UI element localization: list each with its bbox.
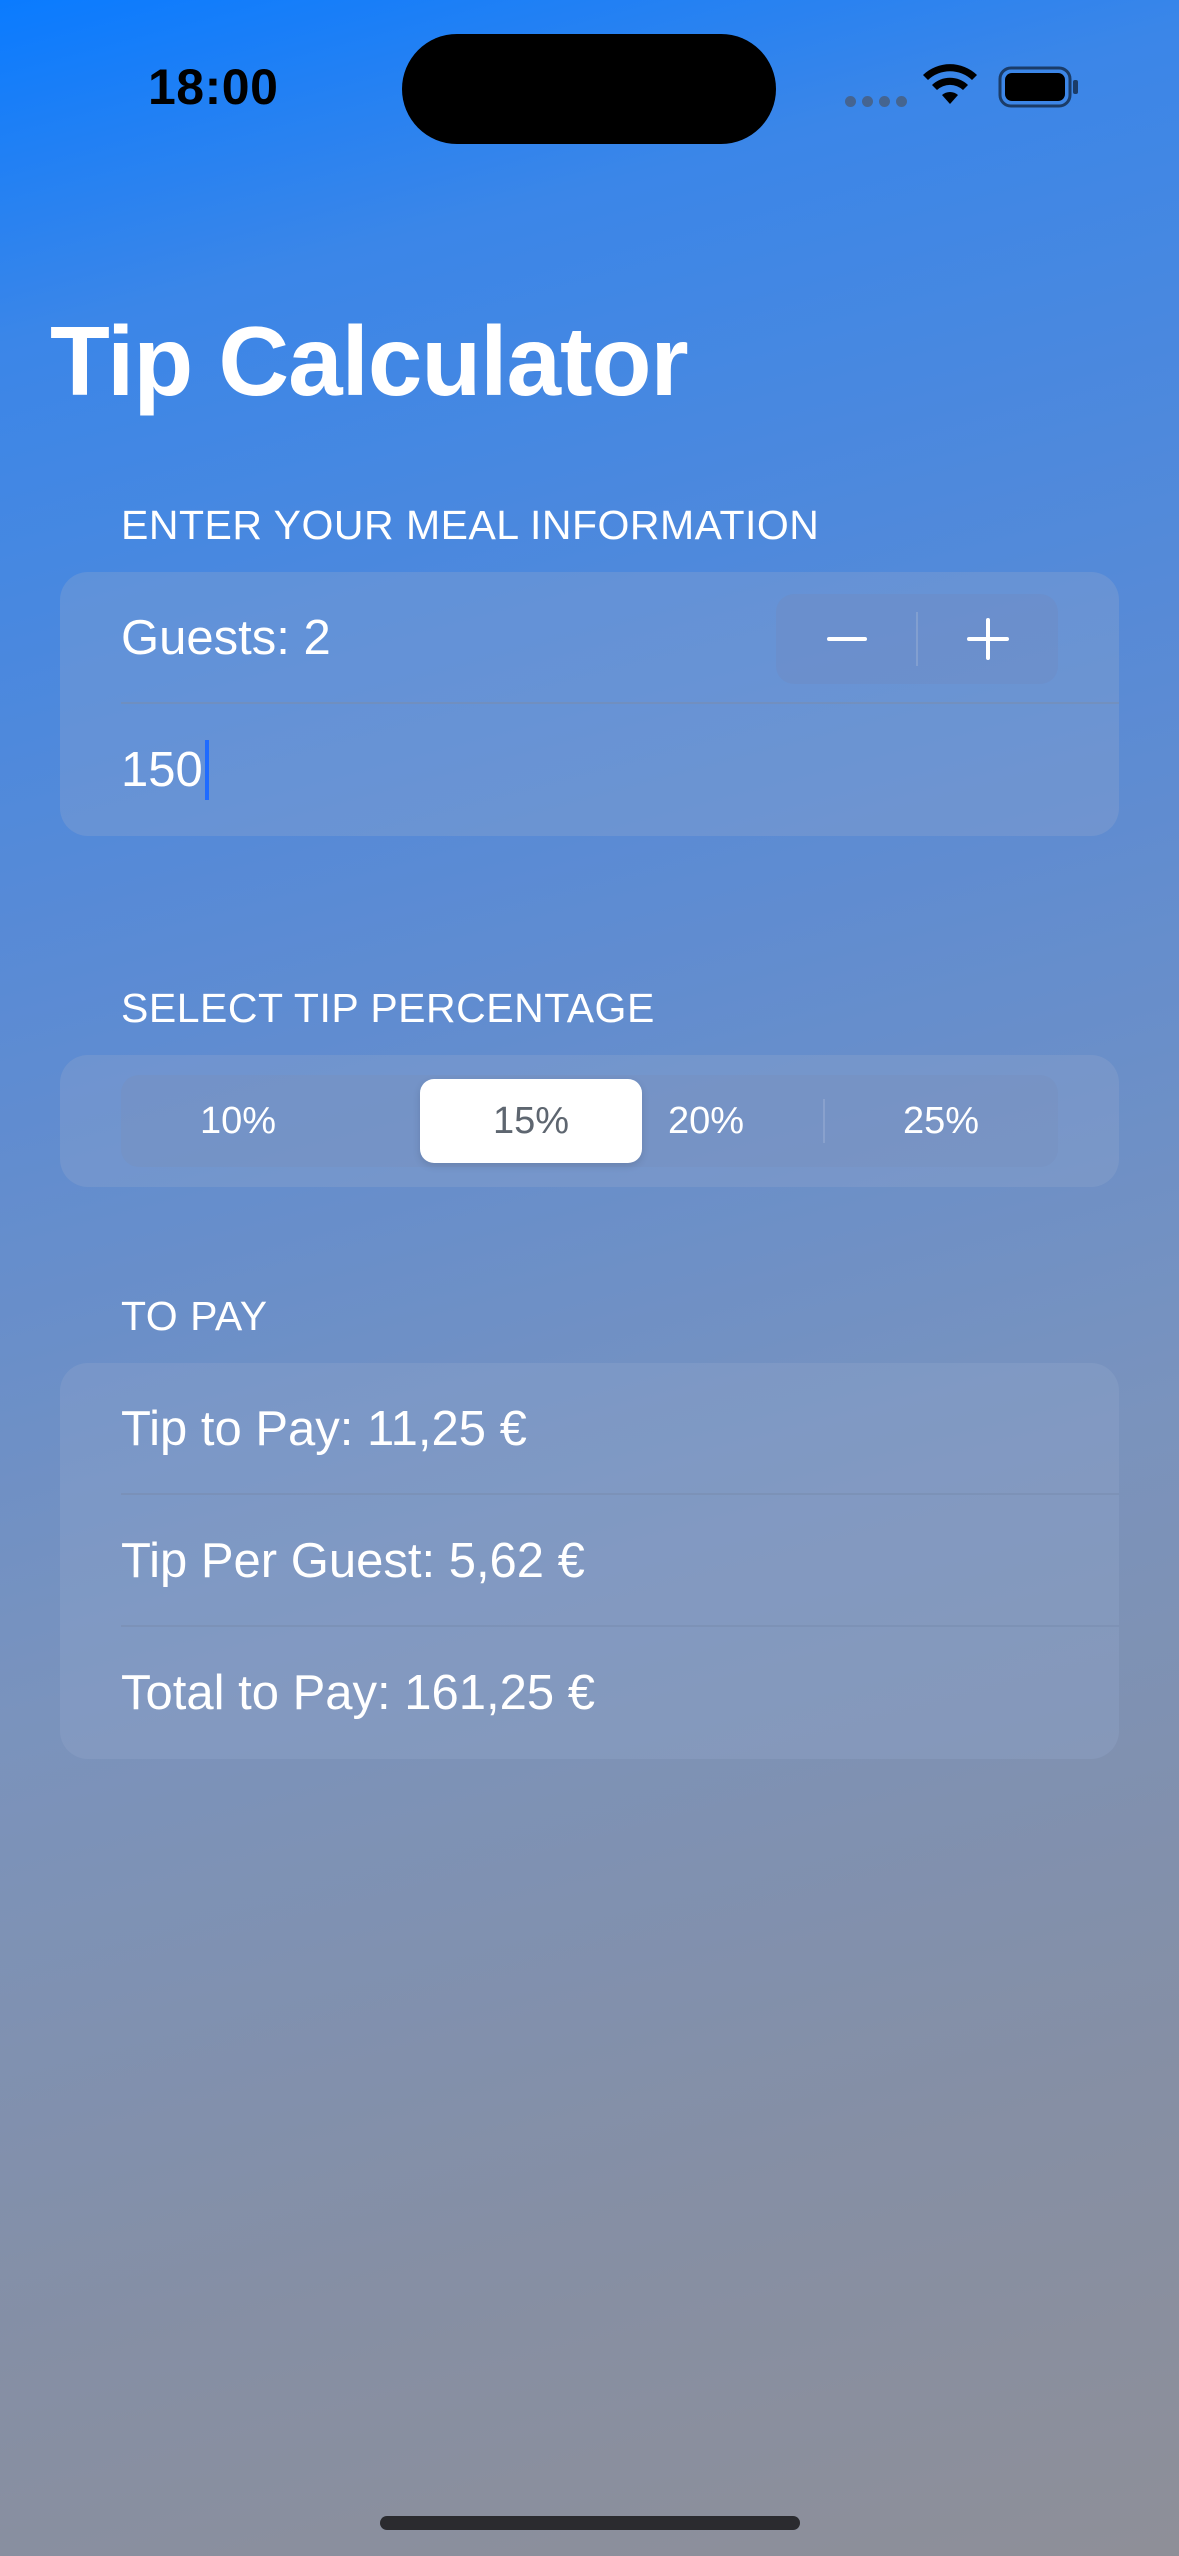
tip-percentage-card: 10% 15% 20% 25% xyxy=(60,1055,1119,1187)
tip-to-pay-label: Tip to Pay: 11,25 € xyxy=(121,1401,527,1456)
guests-stepper[interactable] xyxy=(776,594,1058,684)
pay-section-header: TO PAY xyxy=(121,1293,268,1339)
minus-icon xyxy=(826,637,867,641)
battery-icon xyxy=(998,66,1078,108)
tip-per-guest-row: Tip Per Guest: 5,62 € xyxy=(60,1495,1119,1626)
tip-percentage-segmented-control[interactable]: 10% 15% 20% 25% xyxy=(121,1075,1058,1167)
status-bar: 18:00 xyxy=(0,0,1179,170)
amount-value: 150 xyxy=(121,742,203,797)
home-indicator[interactable] xyxy=(380,2516,800,2530)
guests-row: Guests: 2 xyxy=(60,572,1119,703)
tip-option-10[interactable]: 10% xyxy=(121,1075,355,1167)
decrement-guests-button[interactable] xyxy=(776,594,917,684)
amount-input[interactable]: 150 xyxy=(121,704,209,835)
tip-option-20[interactable]: 20% xyxy=(589,1075,823,1167)
total-to-pay-label: Total to Pay: 161,25 € xyxy=(121,1665,595,1720)
tip-per-guest-label: Tip Per Guest: 5,62 € xyxy=(121,1533,585,1588)
cellular-signal-icon xyxy=(845,96,907,107)
wifi-icon xyxy=(923,64,977,104)
plus-icon xyxy=(966,618,1009,660)
increment-guests-button[interactable] xyxy=(917,594,1058,684)
guests-label: Guests: 2 xyxy=(121,610,331,665)
dynamic-island xyxy=(402,34,776,144)
tip-to-pay-row: Tip to Pay: 11,25 € xyxy=(60,1363,1119,1494)
meal-info-card: Guests: 2 150 xyxy=(60,572,1119,836)
tip-option-25[interactable]: 25% xyxy=(824,1075,1058,1167)
page-title: Tip Calculator xyxy=(50,306,689,416)
text-cursor xyxy=(204,739,209,800)
to-pay-card: Tip to Pay: 11,25 € Tip Per Guest: 5,62 … xyxy=(60,1363,1119,1759)
total-to-pay-row: Total to Pay: 161,25 € xyxy=(60,1627,1119,1758)
amount-row[interactable]: 150 xyxy=(60,704,1119,835)
meal-section-header: ENTER YOUR MEAL INFORMATION xyxy=(121,502,820,548)
status-time: 18:00 xyxy=(148,59,279,115)
tip-section-header: SELECT TIP PERCENTAGE xyxy=(121,985,655,1031)
